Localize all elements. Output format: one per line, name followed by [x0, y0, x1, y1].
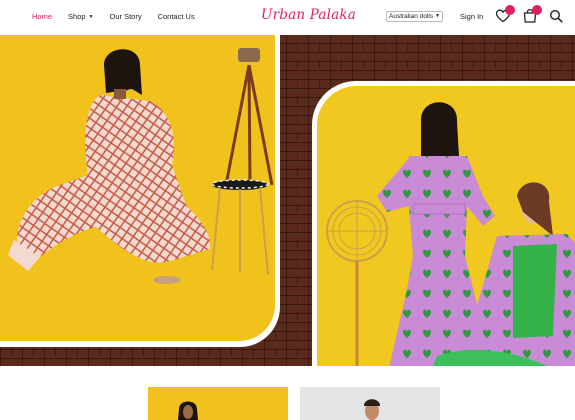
cart-count-badge [532, 5, 542, 15]
nav-shop-label: Shop [68, 12, 86, 21]
hero-left-frame [0, 35, 280, 347]
hero-right-frame [312, 81, 575, 366]
nav-our-story[interactable]: Our Story [110, 12, 142, 21]
wishlist-button[interactable] [495, 5, 515, 24]
nav-home[interactable]: Home [32, 12, 52, 21]
collection-card-2-image [300, 387, 440, 420]
sign-in-link[interactable]: Sign In [460, 12, 483, 21]
search-button[interactable] [548, 8, 564, 24]
currency-select[interactable]: Australian dolls ▼ [386, 11, 443, 22]
main-nav: Home Shop ▼ Our Story Contact Us [32, 12, 211, 21]
brand-logo[interactable]: Urban Palaka [261, 7, 356, 23]
currency-select-value: Australian dolls [389, 13, 434, 20]
chevron-down-icon: ▼ [88, 14, 94, 20]
nav-contact-us[interactable]: Contact Us [158, 12, 195, 21]
collection-card-1-image [148, 387, 288, 420]
cart-button[interactable] [522, 5, 542, 24]
wishlist-count-badge [505, 5, 515, 15]
site-header: Home Shop ▼ Our Story Contact Us Urban Pa… [0, 0, 575, 35]
collection-card-1[interactable] [148, 387, 288, 420]
collection-card-2[interactable] [300, 387, 440, 420]
hero-left-photo [0, 35, 275, 341]
search-icon [549, 9, 563, 23]
hero-slider [0, 35, 575, 366]
chevron-down-icon: ▼ [435, 13, 440, 19]
hero-right-photo [317, 86, 575, 366]
nav-shop[interactable]: Shop ▼ [68, 12, 93, 21]
